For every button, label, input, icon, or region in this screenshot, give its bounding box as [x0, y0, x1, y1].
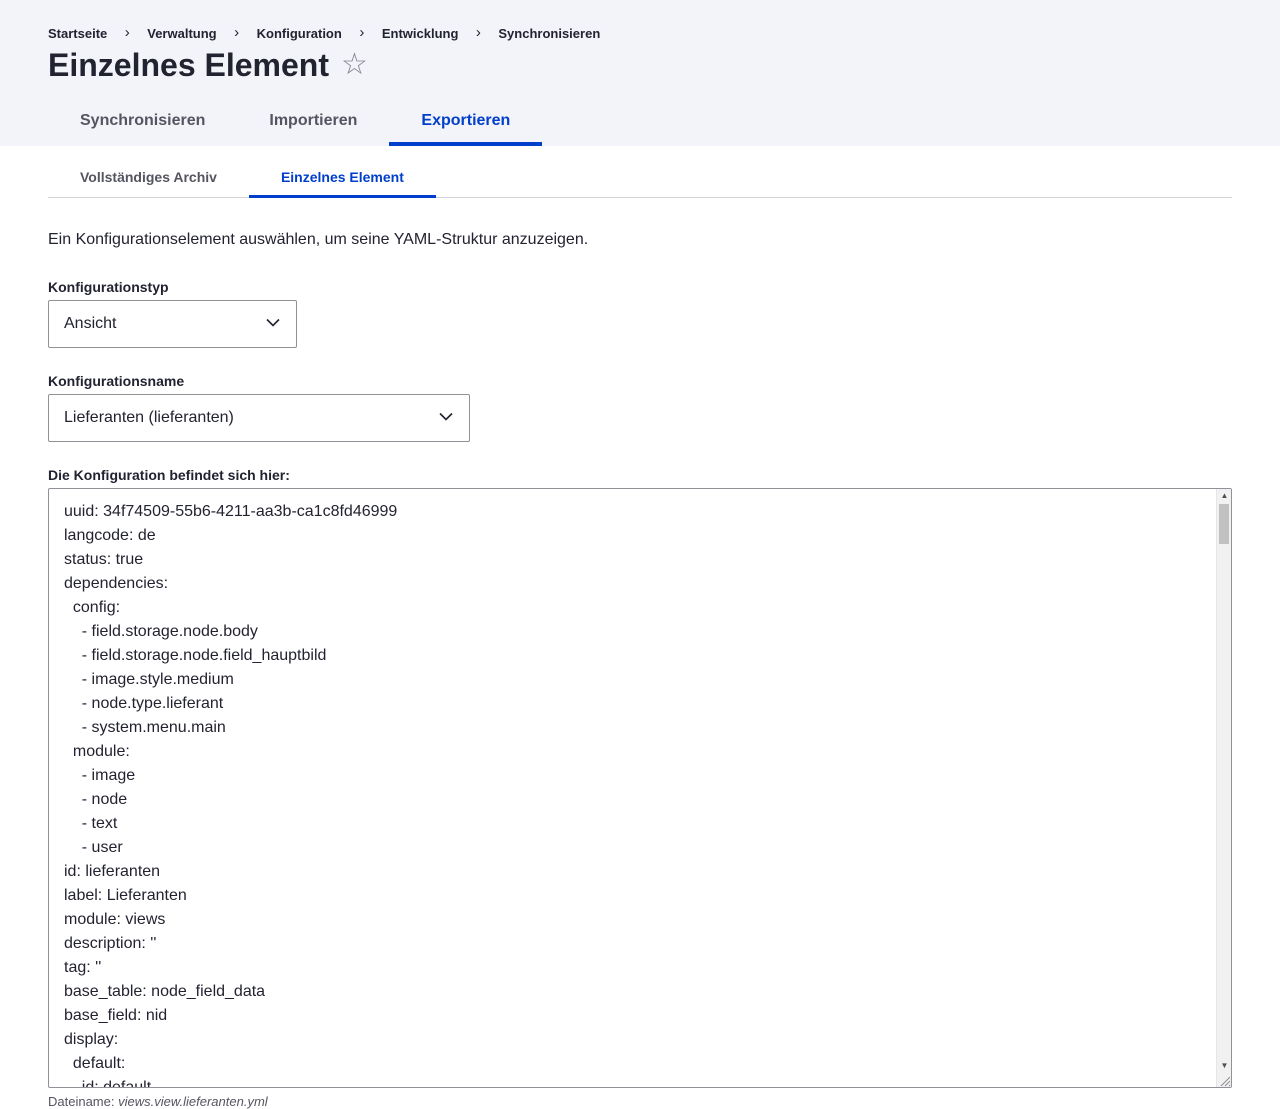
yaml-line: - node.type.lieferant — [64, 695, 224, 712]
yaml-line: langcode: de — [64, 527, 156, 544]
chevron-down-icon — [439, 412, 453, 421]
breadcrumb-startseite[interactable]: Startseite — [48, 26, 107, 41]
yaml-line: - image — [64, 767, 136, 784]
filename: Dateiname: views.view.lieferanten.yml — [48, 1094, 268, 1109]
export-label: Die Konfiguration befindet sich hier: — [48, 467, 290, 483]
yaml-line: - text — [64, 815, 118, 832]
tab-einzelnes-element[interactable]: Einzelnes Element — [248, 158, 436, 198]
yaml-line: base_field: nid — [64, 1007, 168, 1024]
star-icon[interactable]: ☆ — [341, 44, 368, 86]
tab-importieren[interactable]: Importieren — [237, 100, 389, 146]
yaml-line: label: Lieferanten — [64, 887, 187, 904]
secondary-tabs: Vollständiges Archiv Einzelnes Element — [48, 158, 1232, 198]
yaml-line: - node — [64, 791, 128, 808]
page-header: Startseite › Verwaltung › Konfiguration … — [0, 0, 1280, 146]
breadcrumb-separator-icon: › — [234, 24, 240, 41]
config-type-value: Ansicht — [64, 315, 117, 332]
scrollbar[interactable]: ▲ ▼ — [1216, 489, 1231, 1087]
yaml-line: description: '' — [64, 935, 157, 952]
breadcrumb-verwaltung[interactable]: Verwaltung — [147, 26, 216, 41]
breadcrumb-separator-icon: › — [359, 24, 365, 41]
yaml-line: id: default — [64, 1079, 152, 1088]
config-export-textarea[interactable]: uuid: 34f74509-55b6-4211-aa3b-ca1c8fd469… — [48, 488, 1232, 1088]
yaml-line: id: lieferanten — [64, 863, 161, 880]
scroll-down-arrow-icon[interactable]: ▼ — [1217, 1059, 1231, 1073]
breadcrumb-synchronisieren[interactable]: Synchronisieren — [498, 26, 600, 41]
config-yaml-content[interactable]: uuid: 34f74509-55b6-4211-aa3b-ca1c8fd469… — [64, 500, 1211, 1088]
config-type-label: Konfigurationstyp — [48, 279, 169, 295]
yaml-line: module: views — [64, 911, 166, 928]
yaml-line: base_table: node_field_data — [64, 983, 266, 1000]
tab-exportieren[interactable]: Exportieren — [389, 100, 543, 146]
yaml-line: - user — [64, 839, 123, 856]
yaml-line: display: — [64, 1031, 119, 1048]
breadcrumb-separator-icon: › — [124, 24, 130, 41]
breadcrumb: Startseite › Verwaltung › Konfiguration … — [48, 24, 600, 42]
tab-synchronisieren[interactable]: Synchronisieren — [48, 100, 237, 146]
config-name-label: Konfigurationsname — [48, 373, 185, 389]
yaml-line: config: — [64, 599, 121, 616]
breadcrumb-konfiguration[interactable]: Konfiguration — [257, 26, 342, 41]
config-name-value: Lieferanten (lieferanten) — [64, 409, 234, 426]
scroll-up-arrow-icon[interactable]: ▲ — [1217, 489, 1231, 503]
yaml-line: - system.menu.main — [64, 719, 226, 736]
yaml-line: uuid: 34f74509-55b6-4211-aa3b-ca1c8fd469… — [64, 503, 398, 520]
tab-vollstaendiges-archiv[interactable]: Vollständiges Archiv — [48, 158, 249, 198]
chevron-down-icon — [266, 318, 280, 327]
intro-text: Ein Konfigurationselement auswählen, um … — [48, 231, 589, 248]
yaml-line: status: true — [64, 551, 144, 568]
yaml-line: - field.storage.node.field_hauptbild — [64, 647, 327, 664]
yaml-line: tag: '' — [64, 959, 102, 976]
yaml-line: - field.storage.node.body — [64, 623, 258, 640]
yaml-line: dependencies: — [64, 575, 169, 592]
yaml-line: default: — [64, 1055, 126, 1072]
yaml-line: module: — [64, 743, 130, 760]
config-name-select[interactable]: Lieferanten (lieferanten) — [48, 394, 470, 442]
breadcrumb-entwicklung[interactable]: Entwicklung — [382, 26, 459, 41]
primary-tabs: Synchronisieren Importieren Exportieren — [48, 100, 543, 146]
title-row: Einzelnes Element ☆ — [48, 44, 368, 86]
breadcrumb-separator-icon: › — [475, 24, 481, 41]
filename-value: views.view.lieferanten.yml — [118, 1094, 268, 1109]
scrollbar-thumb[interactable] — [1219, 504, 1229, 544]
resize-grip-icon[interactable] — [1217, 1073, 1231, 1087]
config-type-select[interactable]: Ansicht — [48, 300, 297, 348]
yaml-line: - image.style.medium — [64, 671, 234, 688]
filename-prefix: Dateiname: — [48, 1094, 115, 1109]
page-title: Einzelnes Element — [48, 47, 329, 83]
